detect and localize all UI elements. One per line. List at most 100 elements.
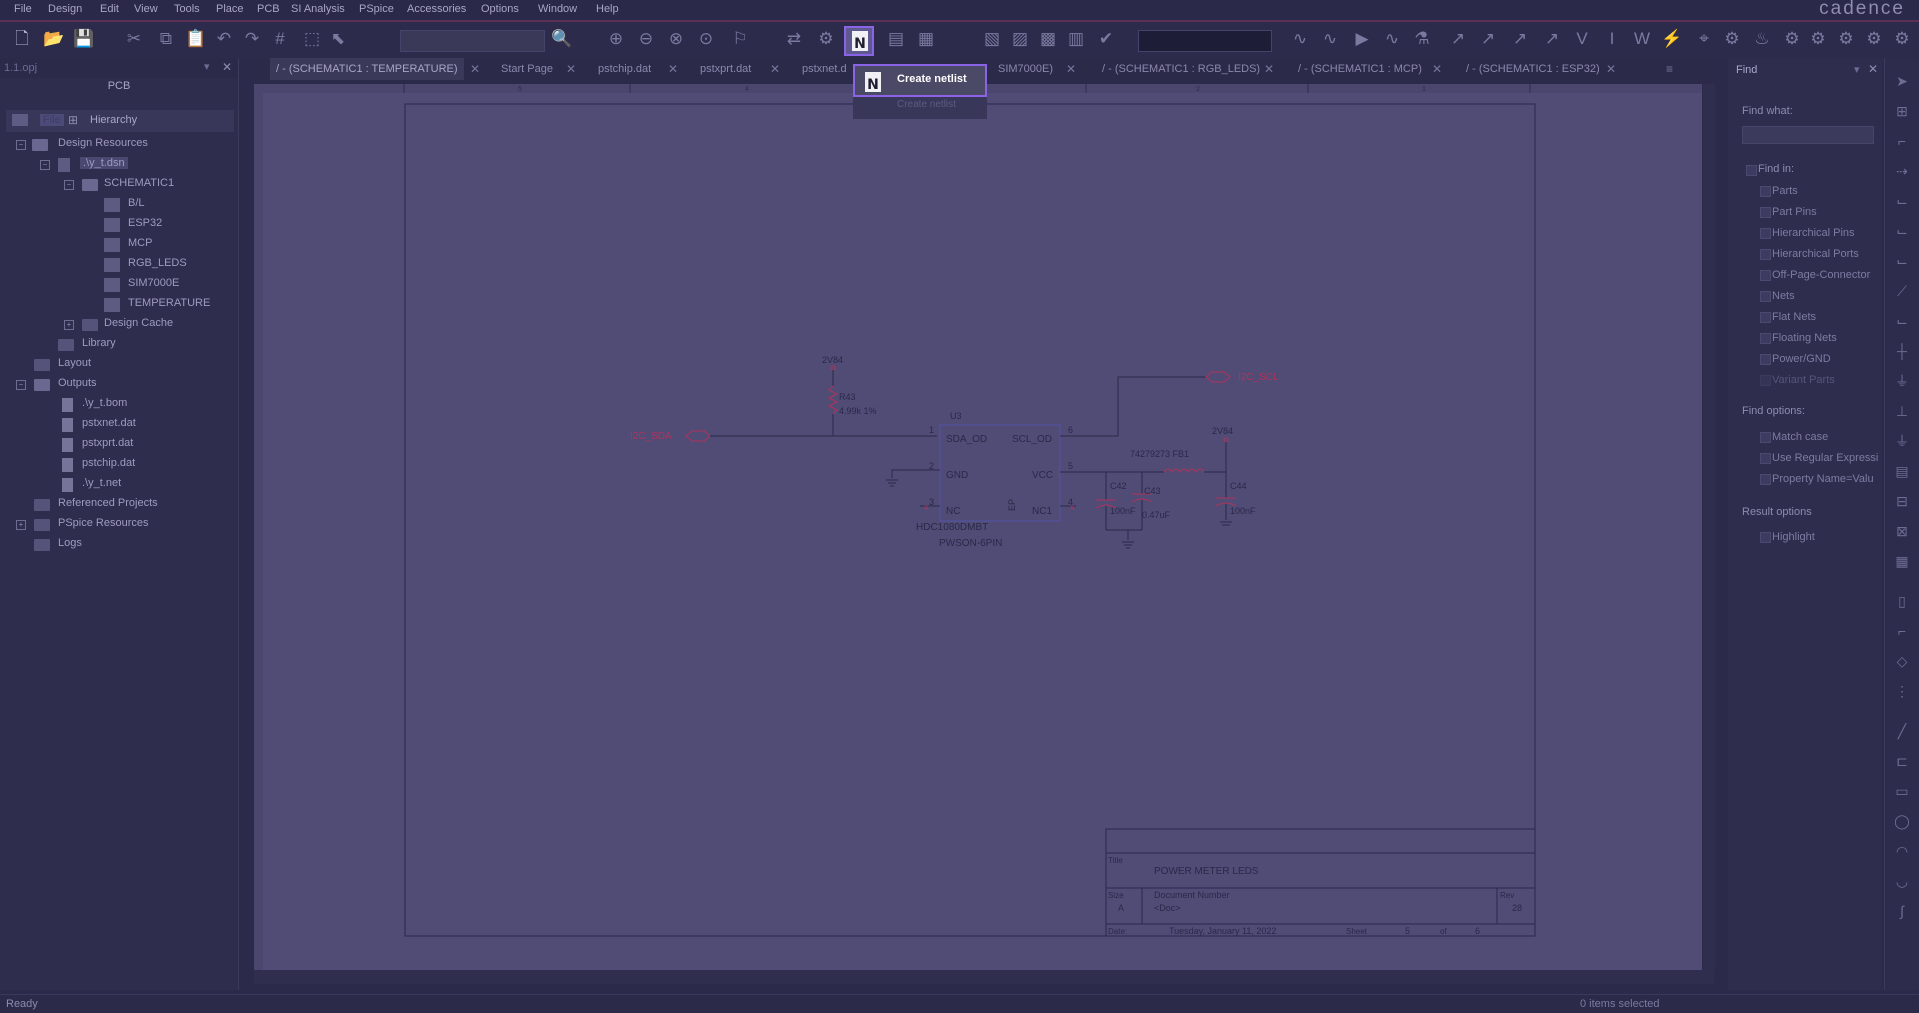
checkbox-label-hierarchical-ports: Hierarchical Ports [1772, 248, 1859, 260]
find-panel-close-icon[interactable]: ✕ [1868, 62, 1878, 76]
checkbox-label-off-page-connector: Off-Page-Connector [1772, 269, 1871, 281]
find-panel: Find ▾ ✕ Find what: Find in: Parts Part … [1728, 58, 1882, 990]
sheet-label: Sheet [1346, 927, 1368, 936]
checkbox-property-name-value[interactable] [1760, 474, 1771, 485]
checkbox-variant-parts[interactable] [1760, 375, 1771, 386]
c43-value: 0.47uF [1142, 510, 1171, 520]
no-connect-marker: x [924, 502, 929, 512]
place-pin-icon[interactable]: ⌐ [1893, 622, 1911, 640]
pin-name-ep: EP [1007, 499, 1017, 511]
checkbox-label-nets: Nets [1772, 290, 1795, 302]
find-options-label: Find options: [1742, 405, 1805, 417]
checkbox-label-parts: Parts [1772, 185, 1798, 197]
status-text: Ready [6, 998, 38, 1010]
pin-number: 1 [929, 425, 934, 435]
checkbox-parts[interactable] [1760, 186, 1771, 197]
checkbox-label-part-pins: Part Pins [1772, 206, 1817, 218]
c44-value: 100nF [1230, 506, 1256, 516]
c43-ref: C43 [1144, 486, 1161, 496]
place-ellipse-icon[interactable]: ◯ [1893, 812, 1911, 830]
zone-number: 2 [1196, 86, 1200, 93]
place-hier-pin-icon[interactable]: ⊟ [1893, 492, 1911, 510]
date-value: Tuesday, January 11, 2022 [1169, 926, 1276, 936]
find-panel-dropdown-icon[interactable]: ▾ [1854, 63, 1860, 76]
checkbox-match-case[interactable] [1760, 432, 1771, 443]
port-symbol-sda [685, 430, 711, 442]
r43-ref: R43 [839, 392, 856, 402]
place-power-icon[interactable]: ┼ [1893, 342, 1911, 360]
status-bar: Ready 0 items selected [0, 994, 1919, 1013]
pin-name-sda-od: SDA_OD [946, 434, 987, 445]
place-ground-icon[interactable]: ⏚ [1893, 372, 1911, 390]
checkbox-label-match-case: Match case [1772, 431, 1829, 443]
pin-number: 6 [1068, 425, 1073, 435]
checkbox-label-flat-nets: Flat Nets [1772, 311, 1817, 323]
selection-count: 0 items selected [1580, 998, 1660, 1010]
place-autowire-icon[interactable]: ⇢ [1893, 162, 1911, 180]
horizontal-scrollbar[interactable] [254, 970, 1714, 984]
place-pin-array-icon[interactable]: ⋮ [1893, 682, 1911, 700]
place-graphics-icon[interactable]: ▦ [1893, 552, 1911, 570]
pin-name-vcc: VCC [1032, 470, 1053, 481]
vertical-scrollbar[interactable] [1703, 84, 1715, 970]
checkbox-off-page-connector[interactable] [1760, 270, 1771, 281]
checkbox-floating-nets[interactable] [1760, 333, 1771, 344]
place-no-connect-icon[interactable]: ⊠ [1893, 522, 1911, 540]
power-label-2v84: 2V84 [822, 355, 843, 365]
port-symbol-scl [1205, 371, 1231, 383]
place-junction-icon[interactable]: ⌙ [1893, 252, 1911, 270]
pin-name-nc1: NC1 [1032, 506, 1052, 517]
checkbox-part-pins[interactable] [1760, 207, 1771, 218]
place-bus-entry-icon[interactable]: ⟋ [1893, 282, 1911, 300]
place-polyline-icon[interactable]: ⊏ [1893, 752, 1911, 770]
place-hier-port-icon[interactable]: ▤ [1893, 462, 1911, 480]
find-what-input[interactable] [1742, 126, 1874, 144]
place-hier-block-icon[interactable]: ⏚ [1893, 432, 1911, 450]
tooltip-shadow: Create netlist [853, 97, 987, 119]
checkbox-highlight[interactable] [1760, 532, 1771, 543]
tooltip-label: Create netlist [897, 73, 967, 85]
date-label: Date: [1108, 927, 1127, 936]
pin-name-nc: NC [946, 506, 960, 517]
pin-name-gnd: GND [946, 470, 968, 481]
zone-number: 4 [745, 86, 749, 93]
place-text-icon[interactable]: ▯ [1893, 592, 1911, 610]
place-off-page-icon[interactable]: ⊥ [1893, 402, 1911, 420]
place-arc-icon[interactable]: ◠ [1893, 842, 1911, 860]
place-ieee-icon[interactable]: ◇ [1893, 652, 1911, 670]
checkbox-label-floating-nets: Floating Nets [1772, 332, 1837, 344]
place-part-icon[interactable]: ⊞ [1893, 102, 1911, 120]
rev-value: 28 [1512, 903, 1522, 913]
result-options-label: Result options [1742, 506, 1812, 518]
place-bezier-icon[interactable]: ∫ [1893, 902, 1911, 920]
sheet-number: 5 [1405, 926, 1410, 936]
create-netlist-tooltip: N Create netlist [853, 64, 987, 97]
checkbox-regex[interactable] [1760, 453, 1771, 464]
find-panel-title: Find [1736, 64, 1758, 76]
find-in-label: Find in: [1758, 163, 1795, 175]
r43-value: 4.99k 1% [839, 406, 877, 416]
place-elliptical-arc-icon[interactable]: ◡ [1893, 872, 1911, 890]
place-net-alias-icon[interactable]: ⌙ [1893, 312, 1911, 330]
checkbox-nets[interactable] [1760, 291, 1771, 302]
place-wire-icon[interactable]: ⌐ [1893, 132, 1911, 150]
schematic-drawing: 5 4 3 2 1 I2C_SDA 2V84 R43 4.99k 1% U3 1… [403, 84, 1536, 937]
checkbox-hierarchical-ports[interactable] [1760, 249, 1771, 260]
place-bus-icon[interactable]: ⌙ [1893, 222, 1911, 240]
select-tool-icon[interactable]: ➤ [1893, 72, 1911, 90]
place-net-group-icon[interactable]: ⌙ [1893, 192, 1911, 210]
checkbox-label-power-gnd: Power/GND [1772, 353, 1831, 365]
ferrite-bead-fb1 [1163, 468, 1205, 473]
title-block: Title POWER METER LEDS Size A Document N… [1105, 828, 1536, 937]
place-line-icon[interactable]: ╱ [1893, 722, 1911, 740]
place-rectangle-icon[interactable]: ▭ [1893, 782, 1911, 800]
u3-part-number: HDC1080DMBT [916, 522, 988, 533]
checkbox-hierarchical-pins[interactable] [1760, 228, 1771, 239]
document-number-value: <Doc> [1154, 903, 1181, 913]
checkbox-flat-nets[interactable] [1760, 312, 1771, 323]
power-label-2v84: 2V84 [1212, 426, 1233, 436]
checkbox-power-gnd[interactable] [1760, 354, 1771, 365]
no-connect-marker: x [1070, 502, 1075, 512]
size-label: Size [1108, 891, 1124, 900]
find-in-checkbox[interactable] [1746, 165, 1757, 176]
